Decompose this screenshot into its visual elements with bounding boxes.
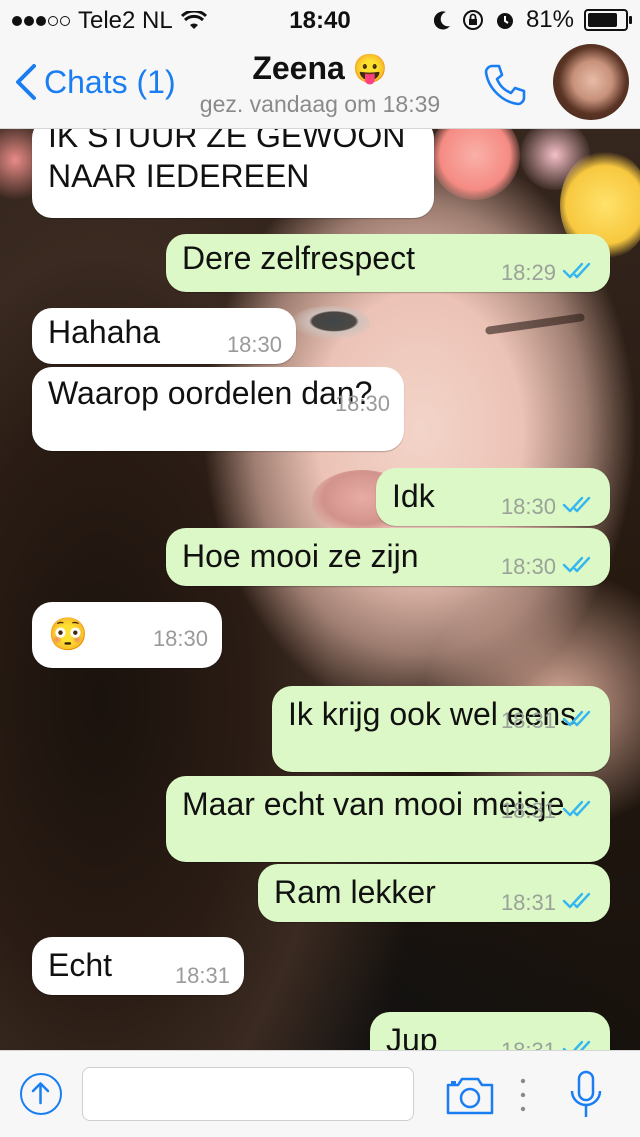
read-receipt-icon [562,554,596,580]
message-text: Ram lekker [274,874,436,910]
last-seen: gez. vandaag om 18:39 [199,91,441,117]
read-receipt-icon [562,708,596,734]
message-time: 18:30 [226,332,282,357]
message-time: 18:31 [500,708,556,733]
wallpaper-eye [290,306,370,340]
outgoing-message[interactable]: Idk 18:30 [376,468,610,526]
message-meta: 18:30 [501,554,596,580]
message-time: 18:30 [500,554,556,579]
incoming-message[interactable]: Hahaha 18:30 [32,308,296,364]
camera-icon[interactable] [444,1073,496,1117]
message-meta: 18:30 [335,391,390,417]
back-button[interactable]: Chats (1) [14,62,176,102]
message-text: Echt [48,947,113,983]
chat-header: Tele2 NL 18:40 81% Chats (1) Zeena 😛 gez… [0,0,640,129]
outgoing-message[interactable]: Dere zelfrespect 18:29 [166,234,610,292]
message-meta: 18:30 [227,332,282,358]
message-text: 😳 [48,616,88,652]
more-dots-icon[interactable] [518,1075,528,1115]
contact-name: Zeena [252,50,345,86]
read-receipt-icon [562,890,596,916]
incoming-message[interactable]: Waarop oordelen dan? 18:30 [32,367,404,451]
battery-icon [584,9,632,31]
message-meta: 18:31 [501,798,596,824]
rotation-lock-icon [462,10,483,30]
message-text: Hahaha [48,314,161,350]
message-meta: 18:30 [501,494,596,520]
read-receipt-icon [562,798,596,824]
contact-avatar[interactable] [553,44,629,120]
battery-percent: 81% [525,6,574,33]
message-text: Idk [392,478,435,514]
read-receipt-icon [562,494,596,520]
message-input[interactable] [82,1067,414,1121]
share-arrow-glyph [31,1082,50,1105]
wallpaper-wink [484,313,586,335]
message-meta: 18:31 [501,890,596,916]
message-time: 18:31 [174,963,230,988]
contact-info[interactable]: Zeena 😛 gez. vandaag om 18:39 [160,50,480,118]
message-time: 18:30 [500,494,556,519]
message-text: Waarop oordelen dan? [48,375,373,411]
outgoing-message[interactable]: Maar echt van mooi meisje 18:31 [166,776,610,862]
message-meta: 18:29 [501,260,596,286]
tongue-emoji: 😛 [352,53,388,84]
outgoing-message[interactable]: Hoe mooi ze zijn 18:30 [166,528,610,586]
message-time: 18:29 [500,260,556,285]
moon-icon [433,11,450,30]
incoming-message[interactable]: Echt 18:31 [32,937,244,995]
incoming-message[interactable]: 😳 18:30 [32,602,222,668]
composer-bar [0,1050,640,1137]
microphone-icon[interactable] [566,1069,606,1121]
alarm-icon [496,13,513,29]
outgoing-message[interactable]: Ram lekker 18:31 [258,864,610,922]
message-text: Hoe mooi ze zijn [182,538,419,574]
message-meta: 18:30 [153,626,208,652]
incoming-message[interactable]: IK STUUR ZE GEWOON NAAR IEDEREEN18:29 [32,26,434,218]
phone-call-icon[interactable] [480,60,530,110]
read-receipt-icon [562,260,596,286]
message-meta: 18:31 [175,963,230,989]
message-text: Dere zelfrespect [182,240,415,276]
message-time: 18:30 [334,391,390,416]
back-label: Chats (1) [44,63,176,100]
status-right-group: 81% [433,6,632,34]
message-time: 18:31 [500,890,556,915]
chevron-left-icon [16,64,36,100]
outgoing-message[interactable]: Ik krijg ook wel eens 18:31 [272,686,610,772]
message-time: 18:31 [500,798,556,823]
share-arrow-icon[interactable] [20,1073,62,1115]
status-bar: Tele2 NL 18:40 81% [0,0,640,40]
message-meta: 18:31 [501,708,596,734]
message-time: 18:30 [152,626,208,651]
